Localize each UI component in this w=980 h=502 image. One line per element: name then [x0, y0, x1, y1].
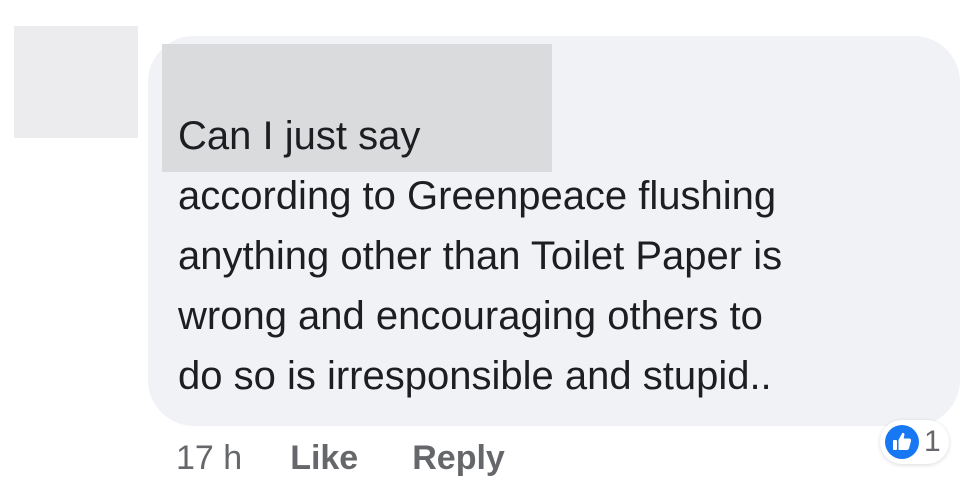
comment-text: Can I just say according to Greenpeace f…	[178, 114, 783, 398]
thumbs-up-icon	[885, 425, 919, 459]
reply-button[interactable]: Reply	[412, 439, 505, 478]
comment-actions: 17 h Like Reply	[176, 436, 559, 480]
reaction-count: 1	[924, 425, 941, 458]
timestamp[interactable]: 17 h	[176, 439, 242, 478]
like-button[interactable]: Like	[290, 439, 358, 478]
reaction-summary[interactable]: 1	[880, 420, 949, 464]
avatar[interactable]	[14, 26, 138, 138]
